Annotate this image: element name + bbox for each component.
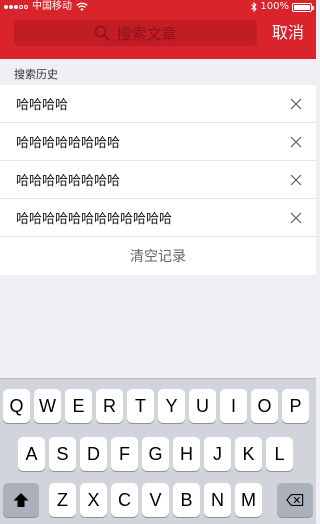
key-y[interactable]: Y (158, 389, 185, 423)
close-icon[interactable] (290, 174, 302, 186)
key-w[interactable]: W (34, 389, 61, 423)
backspace-icon (286, 494, 304, 506)
search-placeholder: 搜索文章 (116, 24, 177, 43)
key-c[interactable]: C (111, 483, 138, 517)
key-g[interactable]: G (142, 437, 169, 471)
key-v[interactable]: V (142, 483, 169, 517)
history-item[interactable]: 哈哈哈哈哈哈哈哈 (0, 161, 316, 199)
battery-percent: 100% (260, 1, 289, 12)
cancel-button[interactable]: 取消 (272, 20, 304, 46)
history-item[interactable]: 哈哈哈哈哈哈哈哈 (0, 123, 316, 161)
key-b[interactable]: B (173, 483, 200, 517)
key-l[interactable]: L (266, 437, 293, 471)
key-m[interactable]: M (235, 483, 262, 517)
shift-key[interactable] (3, 483, 39, 517)
close-icon[interactable] (290, 136, 302, 148)
history-item-label: 哈哈哈哈 (16, 98, 69, 113)
close-icon[interactable] (290, 212, 302, 224)
shift-icon (13, 493, 29, 507)
keyboard: Q W E R T Y U I O P A S D F G H J K L Z … (0, 378, 316, 524)
carrier-name: 中国移动 (32, 1, 72, 12)
key-x[interactable]: X (80, 483, 107, 517)
history-item[interactable]: 哈哈哈哈哈哈哈哈哈哈哈哈 (0, 199, 316, 237)
key-q[interactable]: Q (3, 389, 30, 423)
search-icon (95, 25, 110, 41)
history-item[interactable]: 哈哈哈哈 (0, 85, 316, 123)
key-a[interactable]: A (18, 437, 45, 471)
clear-history-button[interactable]: 清空记录 (130, 246, 186, 266)
key-t[interactable]: T (127, 389, 154, 423)
status-bar: 中国移动 100% (0, 0, 316, 14)
key-u[interactable]: U (189, 389, 216, 423)
key-s[interactable]: S (49, 437, 76, 471)
history-item-label: 哈哈哈哈哈哈哈哈 (16, 174, 121, 189)
status-left: 中国移动 (4, 0, 88, 14)
wifi-icon (76, 2, 88, 11)
key-n[interactable]: N (204, 483, 231, 517)
key-d[interactable]: D (80, 437, 107, 471)
key-f[interactable]: F (111, 437, 138, 471)
history-title: 搜索历史 (14, 68, 58, 81)
backspace-key[interactable] (277, 483, 313, 517)
status-right: 100% (251, 0, 314, 14)
bluetooth-icon (251, 2, 258, 12)
keyboard-row-1: Q W E R T Y U I O P (0, 389, 316, 423)
key-o[interactable]: O (251, 389, 278, 423)
close-icon[interactable] (290, 98, 302, 110)
key-p[interactable]: P (282, 389, 309, 423)
top-bar: 中国移动 100% 搜索文章 取消 (0, 0, 316, 59)
keyboard-row-2: A S D F G H J K L (0, 437, 316, 471)
key-k[interactable]: K (235, 437, 262, 471)
history-item-label: 哈哈哈哈哈哈哈哈 (16, 136, 121, 151)
key-j[interactable]: J (204, 437, 231, 471)
search-input[interactable]: 搜索文章 (14, 20, 257, 46)
key-i[interactable]: I (220, 389, 247, 423)
clear-history-row: 清空记录 (0, 237, 316, 275)
signal-strength-icon (4, 5, 28, 9)
key-h[interactable]: H (173, 437, 200, 471)
history-list: 哈哈哈哈 哈哈哈哈哈哈哈哈 哈哈哈哈哈哈哈哈 哈哈哈哈哈哈哈哈哈哈哈哈 清空记录 (0, 85, 316, 275)
key-e[interactable]: E (65, 389, 92, 423)
history-item-label: 哈哈哈哈哈哈哈哈哈哈哈哈 (16, 212, 173, 227)
key-z[interactable]: Z (49, 483, 76, 517)
keyboard-row-3: Z X C V B N M (0, 483, 316, 517)
battery-icon (292, 2, 314, 12)
key-r[interactable]: R (96, 389, 123, 423)
